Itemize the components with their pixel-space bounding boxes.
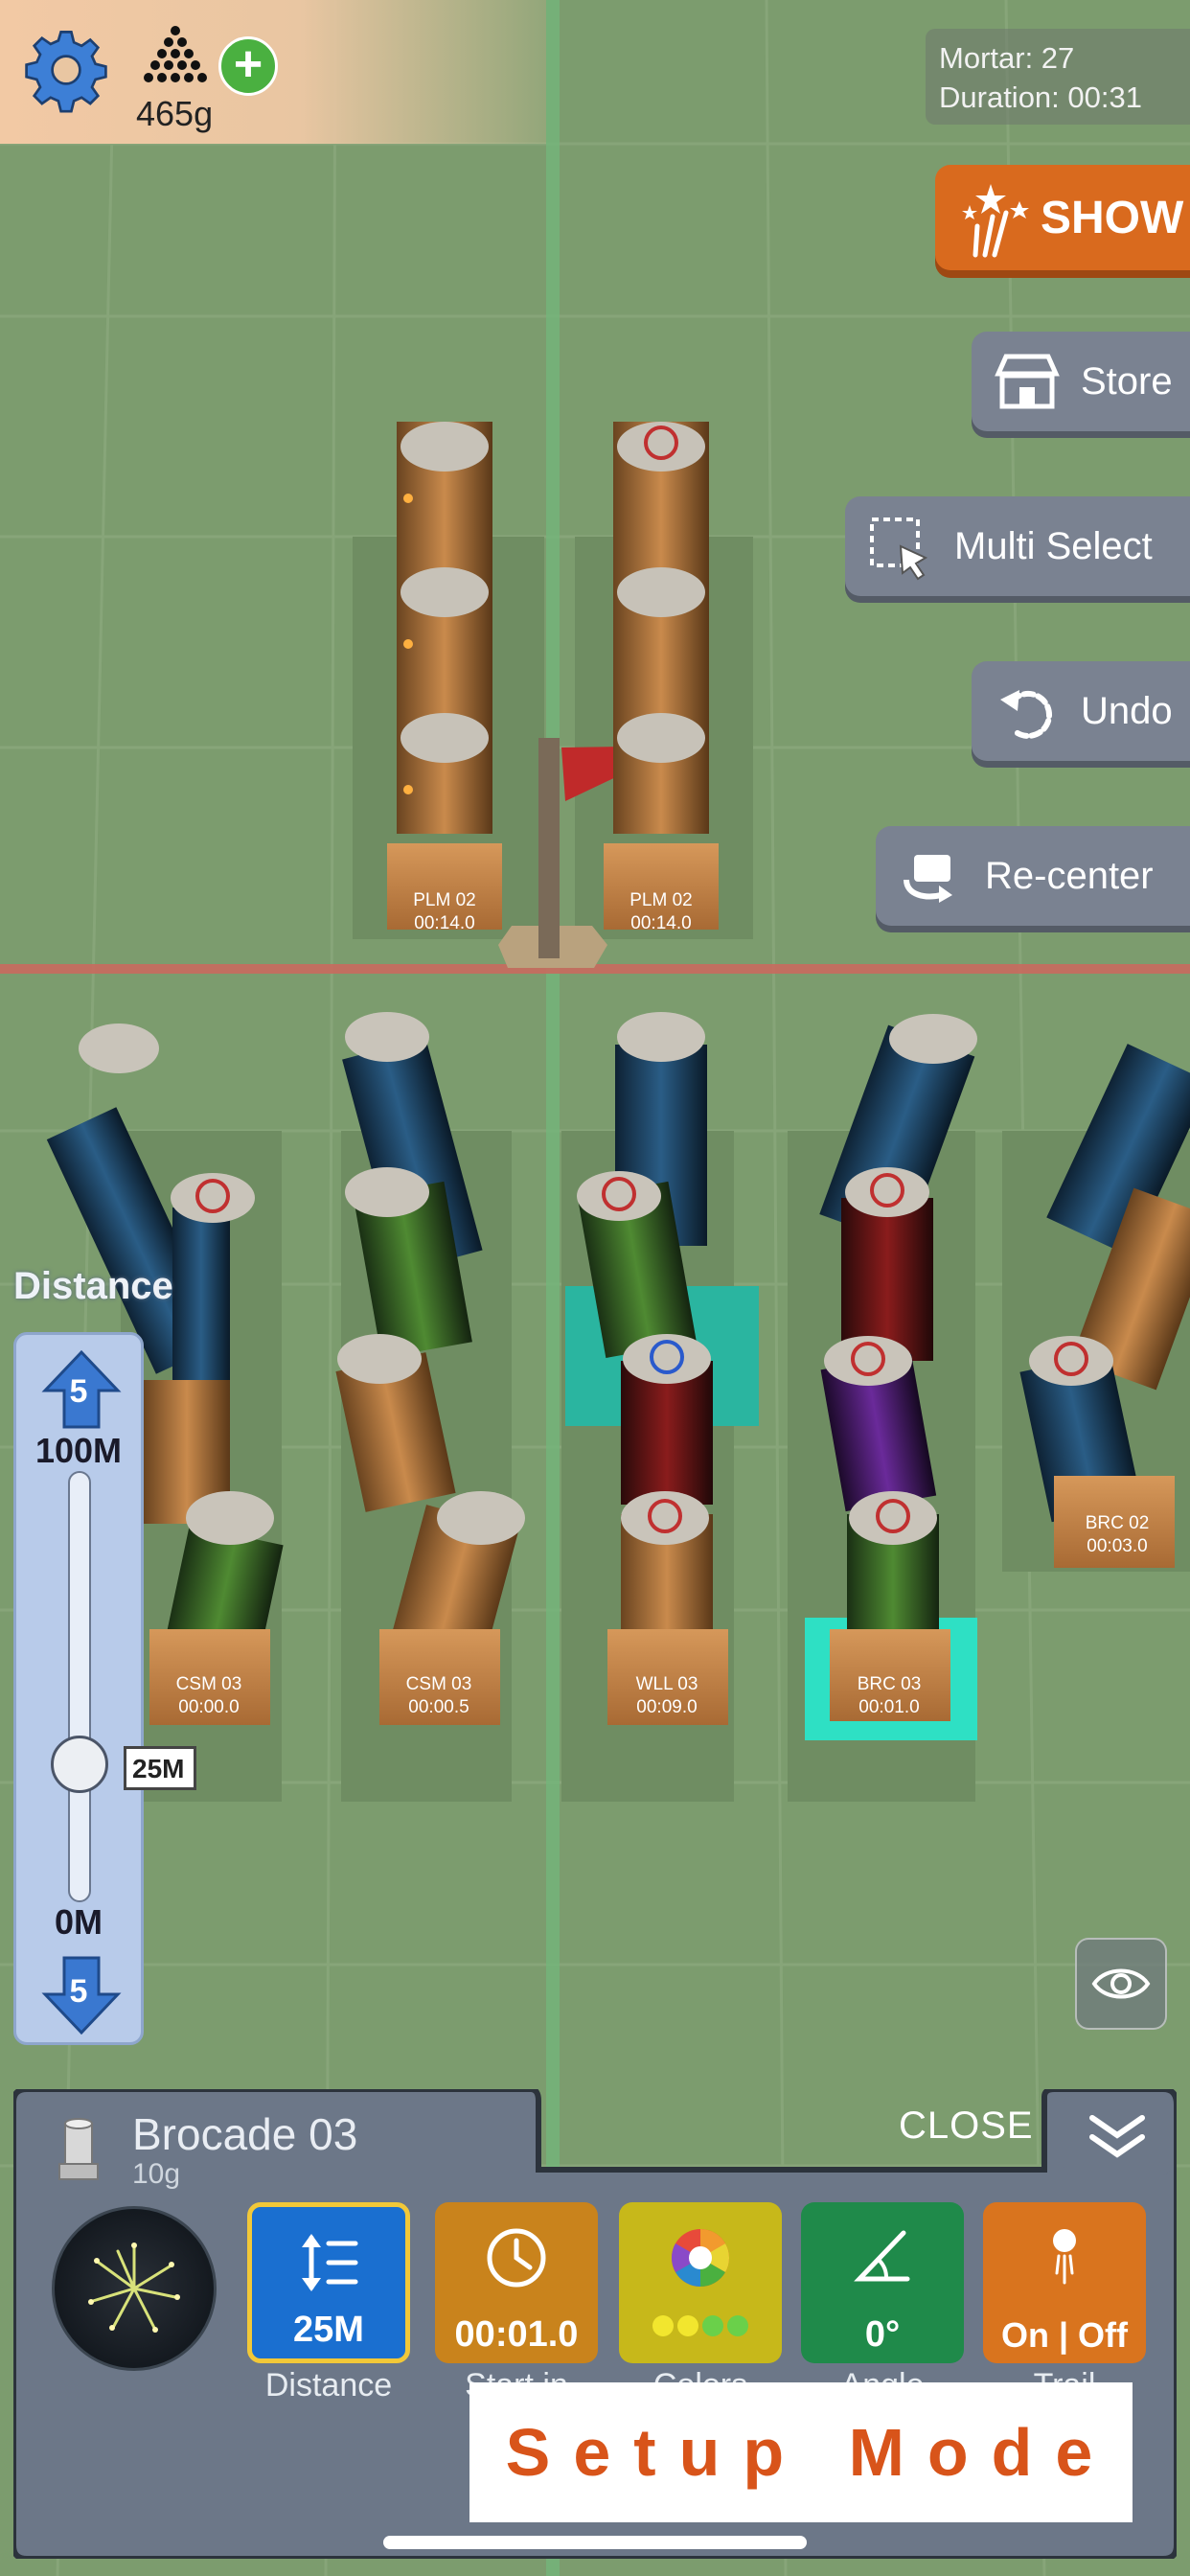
distance-title: Distance (13, 1265, 173, 1307)
store-icon (995, 354, 1060, 409)
angle-value: 0° (864, 2314, 901, 2355)
multi-select-icon (870, 518, 928, 581)
distance-value-tag: 25M (124, 1745, 197, 1790)
color-wheel-icon (671, 2229, 730, 2287)
color-dot (677, 2315, 698, 2336)
start-in-value: 00:01.0 (454, 2314, 579, 2355)
multi-select-label: Multi Select (954, 524, 1153, 567)
selected-item-name: Brocade 03 (132, 2109, 358, 2159)
setup-mode-banner: Setup Mode (469, 2382, 1133, 2522)
firework-preview[interactable] (52, 2206, 217, 2371)
color-dot (702, 2315, 723, 2336)
mortar-name: PLM 02 (413, 890, 476, 910)
distance-slider-thumb[interactable] (51, 1735, 108, 1793)
mortar-time: 00:14.0 (630, 913, 692, 933)
show-duration: Duration: 00:31 (939, 80, 1142, 114)
mortar-name: WLL 03 (635, 1674, 698, 1694)
increase-step: 5 (69, 1373, 88, 1410)
mortar-stack-right (604, 422, 719, 930)
mortar-label: CSM 03 00:00.5 (391, 1673, 487, 1719)
angle-setting-tile[interactable]: 0° (801, 2202, 964, 2363)
mortar-label: BRC 02 00:03.0 (1069, 1512, 1165, 1558)
show-label: SHOW (1041, 192, 1184, 243)
color-dot (652, 2315, 674, 2336)
mortar-label: PLM 02 00:14.0 (617, 889, 705, 935)
fireworks-icon (962, 184, 1029, 258)
distance-slider-panel: 5 100M 25M 0M 5 (13, 1332, 197, 2045)
mortar-label: PLM 02 00:14.0 (400, 889, 489, 935)
gunpowder-amount: 465g (136, 94, 214, 133)
mortar-label: WLL 03 00:09.0 (619, 1673, 715, 1719)
show-info: Mortar: 27 Duration: 00:31 (926, 29, 1190, 125)
multi-select-button[interactable]: Multi Select (845, 496, 1190, 596)
show-button[interactable]: SHOW (935, 165, 1190, 270)
mortar-time: 00:03.0 (1087, 1536, 1148, 1556)
start-in-setting-tile[interactable]: 00:01.0 (435, 2202, 598, 2363)
trail-icon (1053, 2229, 1076, 2285)
colors-setting-tile[interactable] (619, 2202, 782, 2363)
distance-setting-label: Distance (264, 2367, 393, 2404)
mortar-label: BRC 03 00:01.0 (841, 1673, 937, 1719)
mortar-time: 00:01.0 (858, 1697, 920, 1717)
angle-icon (854, 2230, 910, 2282)
store-button[interactable]: Store (972, 332, 1190, 431)
undo-button[interactable]: Undo (972, 661, 1190, 761)
mortar-time: 00:09.0 (636, 1697, 698, 1717)
collapse-panel-button[interactable] (1058, 2089, 1177, 2175)
distance-icon (302, 2234, 358, 2291)
color-dot (727, 2315, 748, 2336)
mortar-time: 00:14.0 (414, 913, 475, 933)
mortar-time: 00:00.0 (178, 1697, 240, 1717)
mortar-count: Mortar: 27 (939, 41, 1075, 75)
undo-icon (1000, 690, 1053, 739)
mortar-stack-left (387, 422, 502, 930)
recenter-label: Re-center (985, 854, 1154, 897)
home-indicator[interactable] (383, 2536, 807, 2549)
add-gunpowder-button[interactable]: + (218, 36, 278, 96)
mortar-time: 00:00.5 (408, 1697, 469, 1717)
color-dots (619, 2305, 782, 2346)
mortar-name: BRC 03 (857, 1674, 922, 1694)
gear-icon[interactable] (23, 27, 109, 113)
mortar-label: CSM 03 00:00.0 (161, 1673, 257, 1719)
distance-track[interactable] (68, 1471, 91, 1902)
distance-min-label: 0M (54, 1902, 103, 1942)
burst-preview-icon (88, 2242, 180, 2333)
undo-label: Undo (1081, 689, 1173, 732)
distance-value: 25M (293, 2310, 364, 2350)
view-toggle-button[interactable] (1075, 1938, 1167, 2030)
gunpowder-icon (144, 26, 207, 82)
store-label: Store (1081, 359, 1173, 402)
mortar-name: CSM 03 (175, 1674, 242, 1694)
selected-item-weight: 10g (132, 2158, 181, 2190)
eye-icon (1091, 1968, 1151, 1999)
clock-icon (487, 2228, 546, 2288)
recenter-button[interactable]: Re-center (876, 826, 1190, 926)
distance-setting-tile[interactable]: 25M (247, 2202, 410, 2363)
recenter-icon (904, 855, 952, 903)
trail-setting-tile[interactable]: On | Off (983, 2202, 1146, 2363)
distance-max-label: 100M (34, 1431, 123, 1470)
mortar-name: CSM 03 (405, 1674, 472, 1694)
decrease-step: 5 (69, 1973, 88, 2010)
mortar-name: BRC 02 (1085, 1513, 1150, 1533)
mortar-name: PLM 02 (629, 890, 693, 910)
trail-value: On | Off (1000, 2315, 1129, 2355)
close-label[interactable]: CLOSE (899, 2104, 1034, 2148)
mortar-tube-icon (58, 2118, 99, 2180)
